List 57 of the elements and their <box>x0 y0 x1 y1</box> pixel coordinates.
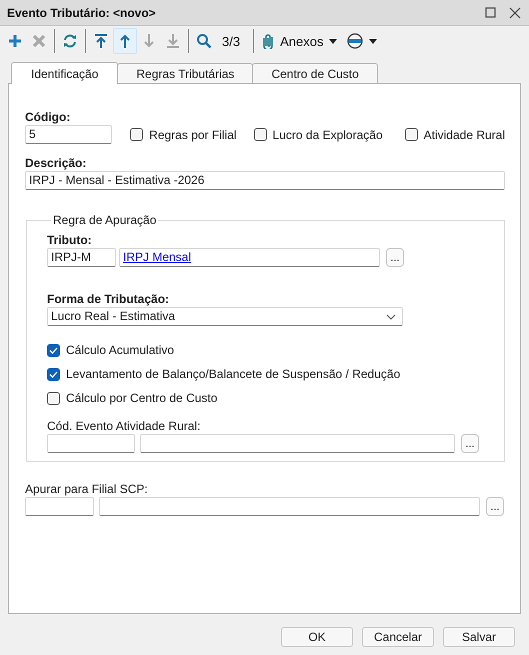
input-field[interactable]: IRPJ Mensal <box>119 248 380 267</box>
field-label: Apurar para Filial SCP: <box>25 482 149 496</box>
disc-icon <box>347 33 364 49</box>
input-field[interactable]: IRPJ - Mensal - Estimativa -2026 <box>25 171 505 190</box>
checkbox[interactable] <box>47 344 60 356</box>
refresh-icon <box>62 33 78 49</box>
add-icon <box>7 33 23 49</box>
tab[interactable]: Identificação <box>11 62 118 84</box>
arrow-up-bar-icon <box>93 33 109 49</box>
field-label: Forma de Tributação: <box>47 292 170 306</box>
search-icon <box>196 33 212 49</box>
caret-icon <box>369 38 378 44</box>
tab[interactable]: Centro de Custo <box>252 63 378 83</box>
browse-button[interactable]: ... <box>461 434 479 453</box>
checkbox[interactable] <box>47 392 60 404</box>
browse-button[interactable]: ... <box>386 248 404 267</box>
checkbox[interactable] <box>130 128 144 141</box>
record-counter: 3/3 <box>221 34 242 48</box>
checkbox-label[interactable]: Lucro da Exploração <box>272 128 383 142</box>
checkbox-label[interactable]: Cálculo Acumulativo <box>66 343 174 357</box>
close-icon[interactable] <box>509 6 521 18</box>
tab[interactable]: Regras Tributárias <box>117 63 254 83</box>
field-label: Cód. Evento Atividade Rural: <box>47 419 202 433</box>
checkbox-label[interactable]: Levantamento de Balanço/Balancete de Suspensão / Redução <box>66 367 400 381</box>
arrow-down-bar-icon <box>165 33 181 49</box>
attachments-button[interactable]: Anexos <box>257 28 342 54</box>
checkbox-label[interactable]: Regras por Filial <box>149 128 237 142</box>
checkbox[interactable] <box>404 128 418 141</box>
dropdown[interactable]: Lucro Real - Estimativa <box>47 307 403 326</box>
field-label: Descrição: <box>25 156 88 170</box>
input-field[interactable]: 5 <box>25 125 112 144</box>
tax-link[interactable]: IRPJ Mensal <box>123 250 192 264</box>
checkbox-label[interactable]: Atividade Rural <box>424 128 505 142</box>
checkbox[interactable] <box>47 368 60 380</box>
browse-button[interactable]: ... <box>486 497 504 516</box>
input-field[interactable] <box>140 434 455 453</box>
input-field[interactable] <box>25 497 94 516</box>
delete-icon <box>31 33 47 49</box>
check-icon <box>49 370 58 378</box>
caret-icon <box>329 38 338 44</box>
check-icon <box>49 346 58 354</box>
group-title: Regra de Apuração <box>52 213 158 227</box>
checkbox[interactable] <box>254 128 267 141</box>
window-title: Evento Tributário: <novo> <box>7 6 156 20</box>
input-field[interactable] <box>47 434 135 453</box>
maximize-icon[interactable] <box>485 7 496 18</box>
input-field[interactable] <box>99 497 480 516</box>
checkbox-label[interactable]: Cálculo por Centro de Custo <box>66 391 218 405</box>
chevron-down-icon <box>386 314 396 320</box>
input-field[interactable]: IRPJ-M <box>47 248 116 267</box>
field-label: Tributo: <box>47 233 93 247</box>
dialog-button[interactable]: Salvar <box>443 627 515 647</box>
dialog-button[interactable]: Cancelar <box>362 627 434 647</box>
dialog-button[interactable]: OK <box>281 627 353 647</box>
paperclip-icon <box>262 33 274 49</box>
arrow-up-button[interactable] <box>113 28 137 54</box>
field-label: Código: <box>25 110 72 124</box>
